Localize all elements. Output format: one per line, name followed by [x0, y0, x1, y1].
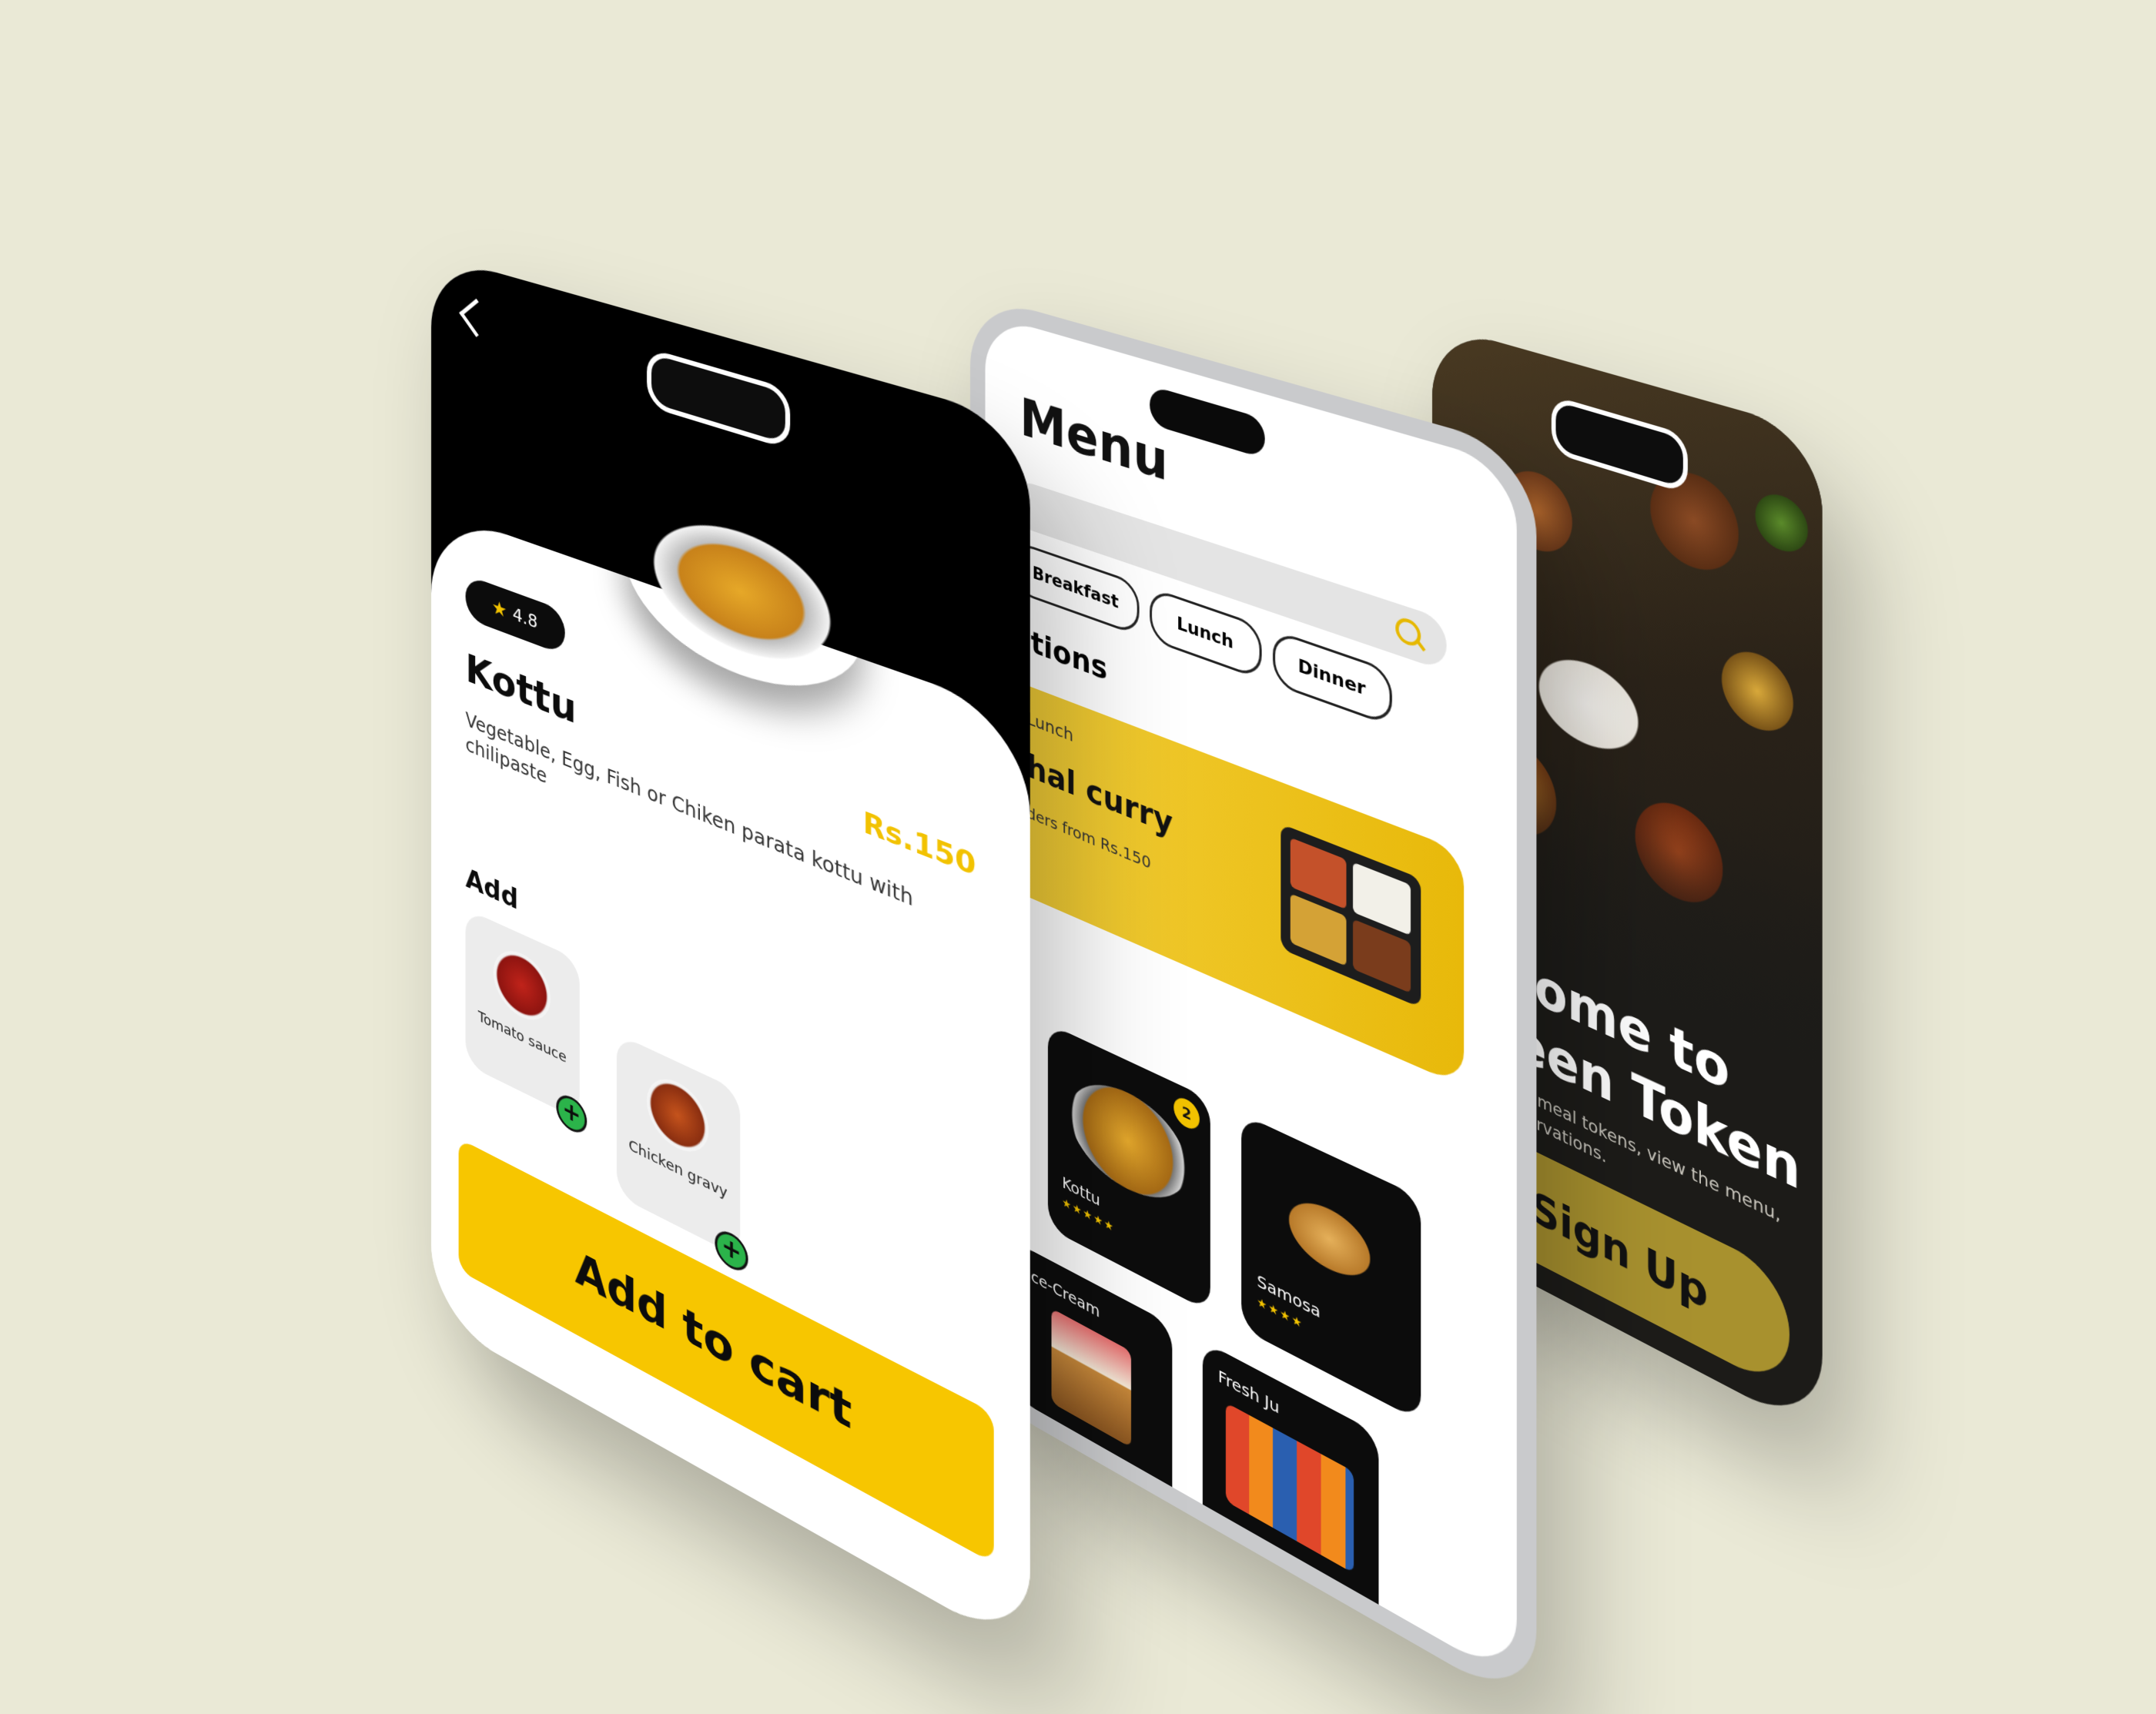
- juice-bottles-image: [1225, 1402, 1354, 1574]
- food-card-price: Rs.120: [1026, 1416, 1082, 1467]
- food-card-juice[interactable]: Fresh Ju Rs.10: [1202, 1341, 1379, 1656]
- star-icon: ★: [491, 594, 507, 623]
- food-card-name: Ice-Cream: [1026, 1264, 1100, 1322]
- chicken-gravy-image: [647, 1068, 709, 1163]
- promo-card[interactable]: Lunch hal curry ders from Rs.150: [999, 675, 1465, 1087]
- promo-tag: Lunch: [1026, 708, 1074, 747]
- icecream-image: [1051, 1308, 1131, 1448]
- food-card-price: Rs.10: [1217, 1525, 1267, 1574]
- food-card-icecream[interactable]: Ice-Cream Rs.120: [1013, 1240, 1173, 1536]
- dish-detail-screen: ★ 4.8 Kottu Rs.150 Vegetable, Egg, Fish …: [431, 254, 1030, 1655]
- food-card-kottu[interactable]: 2 Kottu ★★★★★: [1047, 1023, 1210, 1313]
- search-icon[interactable]: [1395, 614, 1421, 650]
- menu-screen: Menu Breakfast Lunch Dinner ations Lunch…: [970, 293, 1537, 1714]
- page-title: Menu: [1019, 386, 1168, 494]
- lunch-box-image: [1281, 823, 1421, 1008]
- cart-count-badge: 2: [1173, 1093, 1200, 1133]
- tomato-sauce-image: [493, 940, 551, 1031]
- rating-value: 4.8: [512, 604, 538, 633]
